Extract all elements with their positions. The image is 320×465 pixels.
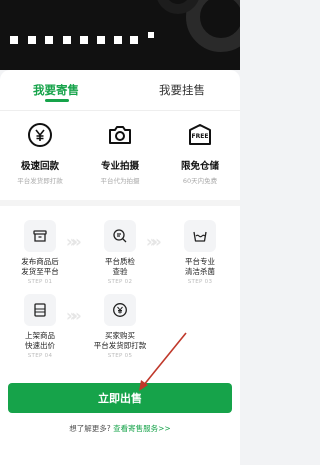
- sell-now-button[interactable]: 立即出售: [8, 383, 232, 413]
- banner-pixel: [63, 36, 71, 44]
- step-line1: 平台质检: [105, 257, 135, 266]
- step-number: STEP 03: [187, 279, 213, 285]
- consignment-page: 我要寄售 我要挂售 极速回款 平台发货即打款 专业拍摄 平台代为拍摄 FREE …: [0, 0, 240, 465]
- step-line2: 快速出价: [25, 341, 55, 350]
- tab-listing-label: 我要挂售: [159, 83, 205, 97]
- footer-text: 想了解更多?: [69, 424, 111, 433]
- feature-title: 限免仓储: [180, 161, 219, 172]
- camera-icon: [109, 126, 131, 144]
- feature-fast-payment: 极速回款 平台发货即打款: [0, 122, 80, 185]
- step-2: 平台质检 查验 STEP 02: [89, 220, 151, 285]
- step-number: STEP 01: [27, 279, 53, 285]
- step-4: 上架商品 快速出价 STEP 04: [9, 294, 71, 359]
- section-divider: [0, 200, 240, 206]
- feature-subtitle: 平台发货即打款: [17, 177, 63, 185]
- yen-coin-icon: [113, 303, 127, 317]
- chevron-right-icon: »»: [66, 306, 82, 325]
- footer-more-info: 想了解更多? 查看寄售服务>>: [0, 423, 240, 434]
- banner-pixel: [10, 36, 18, 44]
- feature-pro-photo: 专业拍摄 平台代为拍摄: [80, 122, 160, 185]
- yen-coin-icon: [28, 123, 52, 147]
- tab-consign[interactable]: 我要寄售: [33, 82, 79, 102]
- chevron-right-icon: »»: [146, 232, 162, 251]
- banner-pixel: [148, 32, 154, 38]
- feature-row: 极速回款 平台发货即打款 专业拍摄 平台代为拍摄 FREE 限免仓储 60天内免…: [0, 122, 240, 192]
- consignment-service-link[interactable]: 查看寄售服务>>: [113, 424, 171, 433]
- banner-pixel: [80, 36, 88, 44]
- step-tile: [104, 294, 136, 326]
- magnifier-icon: [113, 229, 127, 243]
- step-line1: 上架商品: [25, 331, 55, 340]
- step-tile: [24, 294, 56, 326]
- tab-listing[interactable]: 我要挂售: [159, 82, 205, 98]
- free-badge-text: FREE: [191, 133, 209, 140]
- chevron-right-icon: »»: [66, 232, 82, 251]
- step-number: STEP 04: [27, 353, 53, 359]
- step-line2: 查验: [112, 267, 128, 276]
- step-line2: 清洁杀菌: [185, 267, 215, 276]
- banner-decoration: [186, 0, 240, 52]
- banner-pixel: [45, 36, 53, 44]
- step-line2: 发货至平台: [21, 267, 59, 276]
- shelf-icon: [34, 303, 46, 317]
- step-number: STEP 02: [107, 279, 133, 285]
- step-line1: 买家购买: [105, 331, 135, 340]
- tab-consign-label: 我要寄售: [33, 83, 79, 97]
- step-line2: 平台发货即打款: [93, 341, 147, 350]
- step-line1: 平台专业: [185, 257, 215, 266]
- feature-title: 极速回款: [20, 161, 59, 172]
- step-tile: [184, 220, 216, 252]
- feature-free-storage: FREE 限免仓储 60天内免费: [160, 122, 240, 185]
- step-number: STEP 05: [107, 353, 133, 359]
- step-tile: [24, 220, 56, 252]
- banner-pixel: [130, 36, 138, 44]
- banner-pixel: [97, 36, 105, 44]
- tab-bar: 我要寄售 我要挂售: [0, 70, 240, 111]
- header-banner: [0, 0, 240, 70]
- feature-subtitle: 平台代为拍摄: [100, 177, 140, 185]
- step-tile: [104, 220, 136, 252]
- tab-active-indicator: [45, 99, 69, 102]
- step-line1: 发布商品后: [21, 257, 59, 266]
- banner-pixel: [114, 36, 122, 44]
- step-3: 平台专业 清洁杀菌 STEP 03: [169, 220, 231, 285]
- step-1: 发布商品后 发货至平台 STEP 01: [9, 220, 71, 285]
- box-icon: [33, 230, 47, 242]
- banner-pixel: [28, 36, 36, 44]
- step-5: 买家购买 平台发货即打款 STEP 05: [89, 294, 151, 359]
- feature-subtitle: 60天内免费: [182, 177, 218, 185]
- wash-icon: [193, 231, 207, 242]
- feature-title: 专业拍摄: [100, 161, 139, 172]
